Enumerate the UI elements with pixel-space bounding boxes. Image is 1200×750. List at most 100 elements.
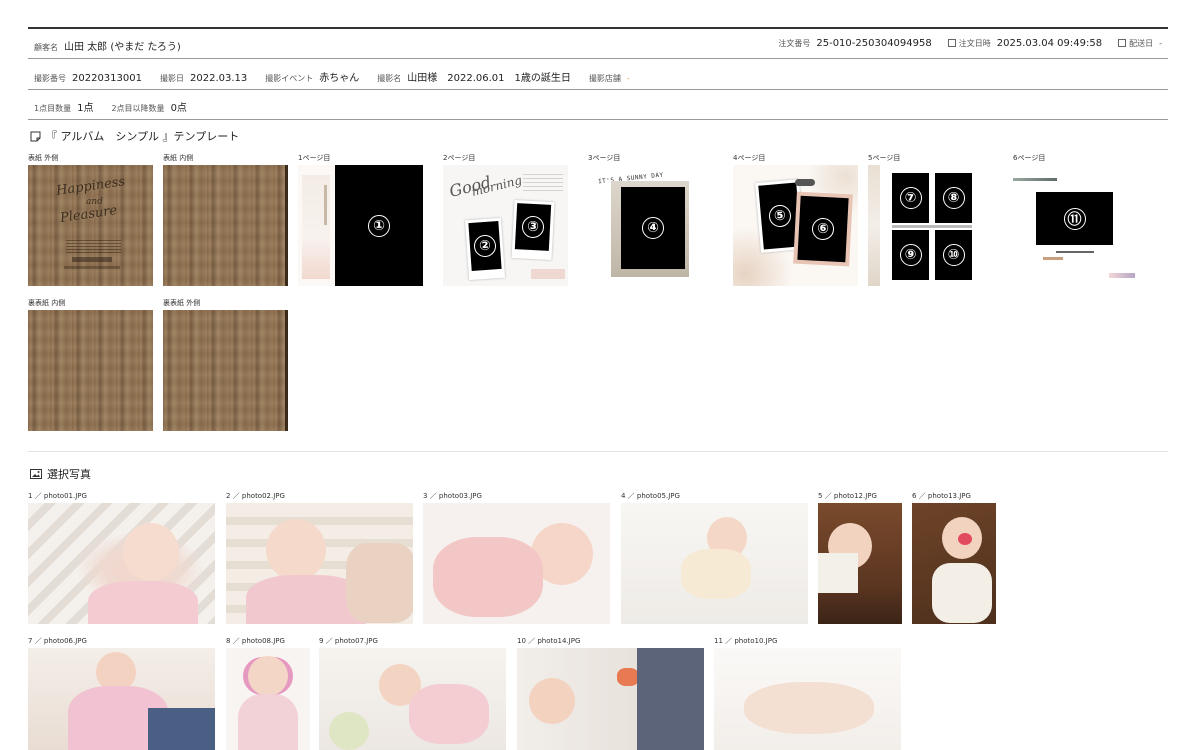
slot-number: ③ bbox=[521, 215, 545, 239]
page-2-deco bbox=[531, 269, 565, 279]
baby-clothes bbox=[932, 563, 992, 623]
photo-slot-6[interactable]: ⑥ bbox=[797, 195, 849, 263]
slot-number: ② bbox=[473, 234, 497, 258]
page-6-deco bbox=[1043, 257, 1063, 260]
quantity-row: 1点目数量 1点 2点目以降数量 0点 bbox=[34, 99, 205, 114]
photo-slot-10[interactable]: ⑩ bbox=[935, 230, 972, 280]
photo-slot-4[interactable]: ④ bbox=[621, 187, 685, 269]
selected-photo-7[interactable] bbox=[28, 648, 215, 750]
page-2-thumbnail[interactable]: Good morning ② ③ bbox=[443, 165, 568, 286]
cover-script-text: Happiness bbox=[55, 174, 127, 199]
image-icon bbox=[30, 469, 42, 479]
baby-figure bbox=[123, 523, 179, 581]
photo-slot-7[interactable]: ⑦ bbox=[892, 173, 929, 223]
slot-number: ⑦ bbox=[899, 187, 922, 209]
baby-figure bbox=[248, 656, 288, 696]
selected-photo-2[interactable] bbox=[226, 503, 413, 624]
slot-number: ⑩ bbox=[942, 244, 965, 266]
note-icon bbox=[30, 131, 41, 141]
calendar-icon bbox=[1118, 39, 1127, 47]
slot-number: ④ bbox=[642, 217, 664, 239]
page-label: 3ページ目 bbox=[588, 154, 621, 162]
customer-row: 顧客名 山田 太郎 (やまだ たろう) bbox=[34, 38, 199, 53]
shoot-date-label: 撮影日 bbox=[160, 74, 184, 83]
cover-small-text bbox=[72, 257, 112, 262]
template-section-title: 『 アルバム シンプル 』テンプレート bbox=[30, 128, 239, 144]
selected-photo-9[interactable] bbox=[319, 648, 506, 750]
page-label: 5ページ目 bbox=[868, 154, 901, 162]
adult-hand bbox=[346, 543, 413, 623]
photo-slot-1[interactable]: ① bbox=[335, 165, 423, 286]
page-6-deco bbox=[1056, 251, 1094, 253]
baby-figure bbox=[744, 682, 874, 734]
selected-photo-11[interactable] bbox=[714, 648, 901, 750]
back-inner-label: 裏表紙 内側 bbox=[28, 299, 66, 307]
shoot-name-label: 撮影名 bbox=[377, 74, 402, 83]
cover-outer-thumbnail[interactable]: Happiness and Pleasure bbox=[28, 165, 153, 286]
customer-value: 山田 太郎 (やまだ たろう) bbox=[64, 42, 181, 53]
top-rule bbox=[28, 27, 1168, 29]
photo-caption: 2 ／ photo02.JPG bbox=[226, 492, 285, 500]
selected-photo-1[interactable] bbox=[28, 503, 215, 624]
slot-number: ⑥ bbox=[811, 217, 835, 241]
page-5-deco bbox=[892, 225, 972, 228]
page-1-thumbnail[interactable]: ① bbox=[298, 165, 423, 286]
back-inner-thumbnail[interactable] bbox=[28, 310, 153, 431]
photo-slot-11[interactable]: ⑪ bbox=[1036, 192, 1113, 245]
photo-slot-2[interactable]: ② bbox=[468, 221, 502, 271]
selected-photo-3[interactable] bbox=[423, 503, 610, 624]
baby-clothes bbox=[681, 549, 751, 599]
selected-photo-5[interactable] bbox=[818, 503, 902, 624]
page-4-deco bbox=[795, 179, 815, 186]
page-label: 2ページ目 bbox=[443, 154, 476, 162]
photo-caption: 11 ／ photo10.JPG bbox=[714, 637, 778, 645]
baby-figure bbox=[266, 519, 326, 581]
first-qty-label: 1点目数量 bbox=[34, 104, 72, 113]
photo-slot-3[interactable]: ③ bbox=[514, 203, 552, 251]
shoot-no-value: 20220313001 bbox=[72, 73, 142, 84]
baby-clothes bbox=[433, 537, 543, 617]
template-title: 『 アルバム シンプル 』テンプレート bbox=[46, 130, 240, 143]
adult-figure bbox=[148, 708, 215, 750]
cover-inner-label: 表紙 内側 bbox=[163, 154, 194, 162]
page-2-deco bbox=[523, 173, 563, 191]
selected-photo-6[interactable] bbox=[912, 503, 996, 624]
selected-photo-8[interactable] bbox=[226, 648, 310, 750]
shoot-no-label: 撮影番号 bbox=[34, 74, 66, 83]
photo-caption: 9 ／ photo07.JPG bbox=[319, 637, 378, 645]
selected-photo-4[interactable] bbox=[621, 503, 808, 624]
order-date-label: 注文日時 bbox=[958, 39, 991, 48]
baby-clothes bbox=[818, 553, 858, 593]
divider bbox=[28, 58, 1168, 59]
shoot-date-value: 2022.03.13 bbox=[190, 73, 248, 84]
calendar-icon bbox=[947, 39, 956, 47]
photo-caption: 8 ／ photo08.JPG bbox=[226, 637, 285, 645]
second-qty-value: 0点 bbox=[170, 103, 187, 114]
photo-slot-9[interactable]: ⑨ bbox=[892, 230, 929, 280]
divider bbox=[28, 119, 1168, 120]
first-qty-value: 1点 bbox=[77, 103, 94, 114]
adult-figure bbox=[637, 648, 704, 750]
cover-small-text bbox=[64, 266, 120, 269]
store-value: - bbox=[626, 74, 630, 83]
back-outer-thumbnail[interactable] bbox=[163, 310, 288, 431]
customer-label: 顧客名 bbox=[34, 43, 58, 52]
page-6-thumbnail[interactable]: ⑪ bbox=[1013, 165, 1138, 286]
pacifier bbox=[958, 533, 972, 545]
selected-photo-10[interactable] bbox=[517, 648, 704, 750]
page-6-deco bbox=[1109, 273, 1135, 278]
cover-inner-thumbnail[interactable] bbox=[163, 165, 288, 286]
photo-slot-8[interactable]: ⑧ bbox=[935, 173, 972, 223]
order-info: 注文番号 25-010-250304094958 注文日時 2025.03.04… bbox=[778, 38, 1162, 49]
order-no-label: 注文番号 bbox=[778, 39, 811, 48]
slot-number: ⑧ bbox=[942, 187, 965, 209]
page-4-thumbnail[interactable]: ⑤ ⑥ bbox=[733, 165, 858, 286]
page-5-thumbnail[interactable]: ⑦ ⑧ ⑨ ⑩ bbox=[868, 165, 993, 286]
back-outer-label: 裏表紙 外側 bbox=[163, 299, 201, 307]
page-3-thumbnail[interactable]: IT'S A SUNNY DAY ④ bbox=[588, 165, 713, 286]
order-no-value: 25-010-250304094958 bbox=[816, 38, 932, 49]
section-divider bbox=[28, 451, 1168, 452]
slot-number: ⑪ bbox=[1063, 207, 1086, 230]
cover-small-text bbox=[66, 239, 121, 253]
baby-clothes bbox=[238, 694, 298, 750]
